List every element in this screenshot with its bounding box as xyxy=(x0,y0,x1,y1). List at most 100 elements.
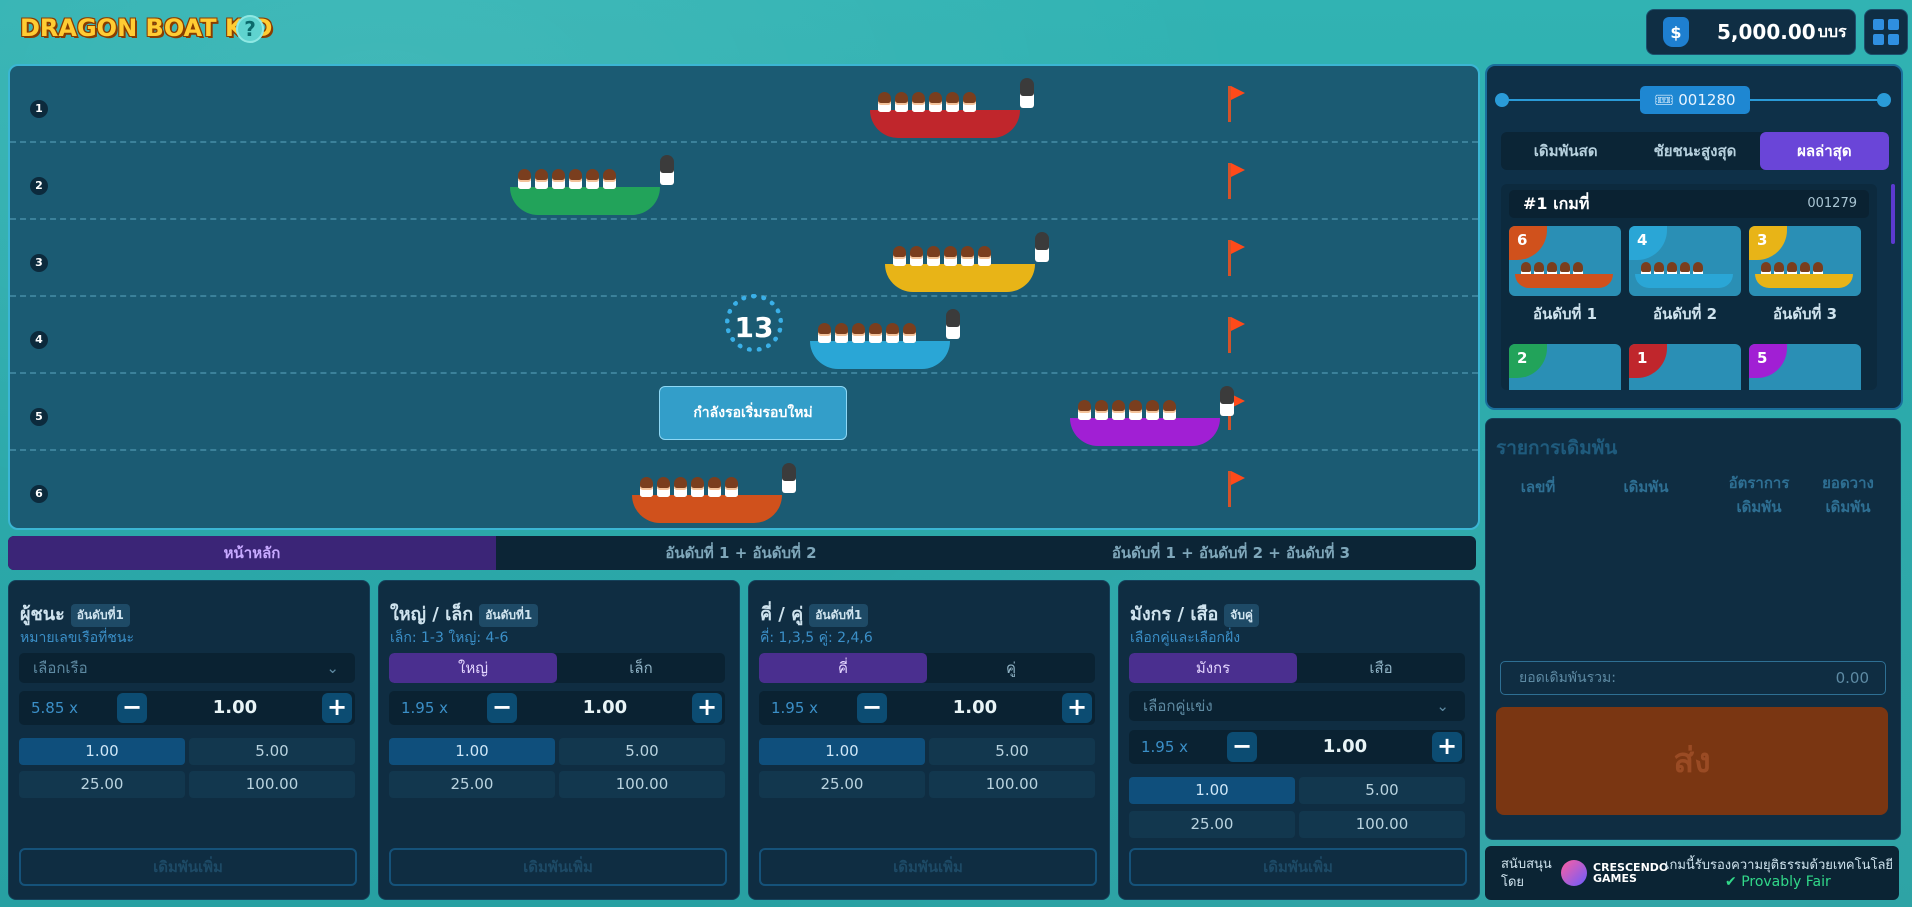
chip-button[interactable]: 25.00 xyxy=(759,771,925,798)
finish-flag-icon xyxy=(1228,240,1245,276)
results-tabs: เดิมพันสด ชัยชนะสูงสุด ผลล่าสุด xyxy=(1501,132,1889,170)
toggle-tiger[interactable]: เสือ xyxy=(1297,653,1465,683)
place-label: อันดับที่ 3 xyxy=(1772,305,1838,323)
panel-subtitle: หมายเลขเรือที่ชนะ xyxy=(20,630,134,646)
top-bar: DRAGON BOAT KID ? $ 5,000.00 บบร xyxy=(0,0,1912,62)
total-bet-field: ยอดเดิมพันรวม: 0.00 xyxy=(1500,661,1886,695)
toggle-odd[interactable]: คี่ xyxy=(759,653,927,683)
chip-button[interactable]: 1.00 xyxy=(759,738,925,765)
amount-value[interactable]: 1.00 xyxy=(149,691,321,725)
col-odds: อัตราการ เดิมพัน xyxy=(1728,474,1790,516)
minus-button[interactable]: − xyxy=(487,693,517,723)
plus-button[interactable]: + xyxy=(1062,693,1092,723)
balance-value: 5,000.00 xyxy=(1717,20,1816,44)
chip-button[interactable]: 100.00 xyxy=(559,771,725,798)
boat-4 xyxy=(810,309,960,369)
money-bag-icon: $ xyxy=(1663,17,1689,47)
grid-menu-icon[interactable] xyxy=(1864,9,1908,55)
lane-3: 3 xyxy=(10,220,1478,297)
chip-button[interactable]: 5.00 xyxy=(189,738,355,765)
panel-badge: อันดับที่1 xyxy=(479,603,539,627)
tab-live-bets[interactable]: เดิมพันสด xyxy=(1501,132,1630,170)
lane-number: 6 xyxy=(30,485,48,503)
game-logo: DRAGON BOAT KID xyxy=(20,14,273,42)
boat-1 xyxy=(870,78,1034,138)
minus-button[interactable]: − xyxy=(1227,732,1257,762)
plus-button[interactable]: + xyxy=(1432,732,1462,762)
chevron-down-icon: ⌄ xyxy=(326,659,339,677)
odds-label: 1.95 x xyxy=(1141,738,1189,756)
col-stake: ยอดวาง เดิมพัน xyxy=(1822,474,1874,516)
plus-button[interactable]: + xyxy=(692,693,722,723)
chip-button[interactable]: 25.00 xyxy=(1129,811,1295,838)
tab-exacta[interactable]: อันดับที่ 1 + อันดับที่ 2 xyxy=(496,536,986,570)
lane-2: 2 xyxy=(10,143,1478,220)
chip-button[interactable]: 5.00 xyxy=(1299,777,1465,804)
lane-6: 6 xyxy=(10,451,1478,528)
boat-3 xyxy=(885,232,1049,292)
opponent-select[interactable]: เลือกคู่แข่ง ⌄ xyxy=(1129,691,1465,721)
winner-panel: ผู้ชนะ อันดับที่1 หมายเลขเรือที่ชนะ เลือก… xyxy=(8,580,370,900)
tab-top-wins[interactable]: ชัยชนะสูงสุด xyxy=(1630,132,1759,170)
toggle-small[interactable]: เล็ก xyxy=(557,653,725,683)
countdown-timer: 13 xyxy=(725,294,783,352)
tab-latest-results[interactable]: ผลล่าสุด xyxy=(1759,132,1889,170)
amount-value[interactable]: 1.00 xyxy=(889,691,1061,725)
certification-text: เกมนี้รับรองความยุติธรรมด้วยเทคโนโลยี xyxy=(1665,858,1894,873)
odd-even-panel: คี่ / คู่ อันดับที่1 คี่: 1,3,5 คู่: 2,4,… xyxy=(748,580,1110,900)
plus-button[interactable]: + xyxy=(322,693,352,723)
send-button[interactable]: ส่ง xyxy=(1496,707,1888,815)
amount-stepper: 1.95 x − 1.00 + xyxy=(1129,730,1465,764)
results-list: #1 เกมที่ 001279 6 4 3 อันดับที่ 1 อันดั… xyxy=(1501,184,1877,390)
result-card: 3 xyxy=(1749,226,1861,296)
help-icon[interactable]: ? xyxy=(236,15,264,43)
amount-stepper: 1.95 x − 1.00 + xyxy=(759,691,1095,725)
provably-fair[interactable]: ✔ Provably Fair xyxy=(1725,874,1831,890)
chip-button[interactable]: 100.00 xyxy=(189,771,355,798)
finish-flag-icon xyxy=(1228,317,1245,353)
odds-label: 5.85 x xyxy=(31,699,79,717)
panel-subtitle: เล็ก: 1-3 ใหญ่: 4-6 xyxy=(390,630,509,646)
toggle-even[interactable]: คู่ xyxy=(927,653,1095,683)
panel-subtitle: คี่: 1,3,5 คู่: 2,4,6 xyxy=(760,630,873,646)
chip-button[interactable]: 1.00 xyxy=(19,738,185,765)
place-bet-button[interactable]: เดิมพันเพิ่ม xyxy=(1129,848,1467,886)
amount-value[interactable]: 1.00 xyxy=(1259,730,1431,764)
tab-main[interactable]: หน้าหลัก xyxy=(8,536,496,570)
brand-name: CRESCENDO GAMES xyxy=(1593,861,1669,885)
balance-display: $ 5,000.00 บบร xyxy=(1646,9,1856,55)
results-panel: 🎟 001280 เดิมพันสด ชัยชนะสูงสุด ผลล่าสุด… xyxy=(1485,64,1903,410)
game-id: 001279 xyxy=(1807,196,1857,211)
chip-button[interactable]: 5.00 xyxy=(559,738,725,765)
toggle-big[interactable]: ใหญ่ xyxy=(389,653,557,683)
chip-button[interactable]: 1.00 xyxy=(1129,777,1295,804)
finish-flag-icon xyxy=(1228,471,1245,507)
scrollbar[interactable] xyxy=(1891,184,1895,244)
chip-button[interactable]: 100.00 xyxy=(929,771,1095,798)
chip-button[interactable]: 100.00 xyxy=(1299,811,1465,838)
tab-trifecta[interactable]: อันดับที่ 1 + อันดับที่ 2 + อันดับที่ 3 xyxy=(986,536,1476,570)
panel-title: มังกร / เสือ จับคู่ xyxy=(1130,599,1259,628)
chip-button[interactable]: 25.00 xyxy=(389,771,555,798)
place-bet-button[interactable]: เดิมพันเพิ่ม xyxy=(759,848,1097,886)
boat-select[interactable]: เลือกเรือ ⌄ xyxy=(19,653,355,683)
odds-label: 1.95 x xyxy=(771,699,819,717)
lane-1: 1 xyxy=(10,66,1478,143)
lane-number: 3 xyxy=(30,254,48,272)
odds-label: 1.95 x xyxy=(401,699,449,717)
amount-stepper: 5.85 x − 1.00 + xyxy=(19,691,355,725)
amount-value[interactable]: 1.00 xyxy=(519,691,691,725)
minus-button[interactable]: − xyxy=(117,693,147,723)
minus-button[interactable]: − xyxy=(857,693,887,723)
place-label: อันดับที่ 1 xyxy=(1532,305,1598,323)
panel-title: คี่ / คู่ อันดับที่1 xyxy=(760,599,869,628)
place-bet-button[interactable]: เดิมพันเพิ่ม xyxy=(389,848,727,886)
chip-button[interactable]: 5.00 xyxy=(929,738,1095,765)
toggle-dragon[interactable]: มังกร xyxy=(1129,653,1297,683)
amount-stepper: 1.95 x − 1.00 + xyxy=(389,691,725,725)
result-header: #1 เกมที่ 001279 xyxy=(1509,190,1869,218)
finish-flag-icon xyxy=(1228,163,1245,199)
place-bet-button[interactable]: เดิมพันเพิ่ม xyxy=(19,848,357,886)
chip-button[interactable]: 1.00 xyxy=(389,738,555,765)
chip-button[interactable]: 25.00 xyxy=(19,771,185,798)
